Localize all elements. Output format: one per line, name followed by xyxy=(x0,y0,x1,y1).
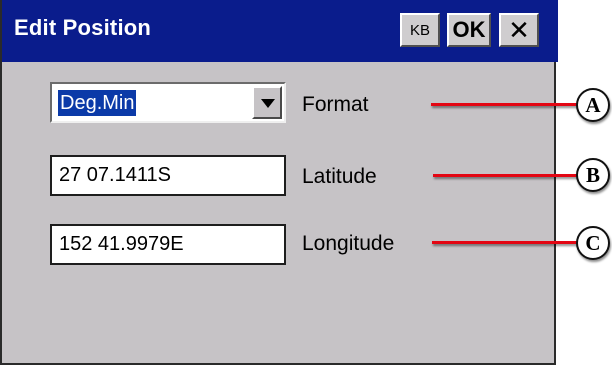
format-dropdown[interactable]: Deg.Min xyxy=(50,82,286,123)
callout-line-a xyxy=(431,103,579,106)
callout-marker-b: B xyxy=(576,158,610,192)
callout-line-b xyxy=(433,174,579,177)
dropdown-arrow-button[interactable] xyxy=(252,86,282,119)
longitude-label: Longitude xyxy=(302,232,395,255)
format-selected-value: Deg.Min xyxy=(58,90,137,116)
callout-line-c xyxy=(432,241,579,244)
latitude-field[interactable]: 27 07.1411S xyxy=(50,155,286,196)
callout-marker-a: A xyxy=(576,88,610,122)
window-title: Edit Position xyxy=(14,15,152,40)
close-button[interactable]: ✕ xyxy=(499,13,539,47)
longitude-field[interactable]: 152 41.9979E xyxy=(50,224,286,265)
callout-marker-c: C xyxy=(576,226,610,260)
ok-button[interactable]: OK xyxy=(447,13,491,47)
format-label: Format xyxy=(302,93,369,116)
close-icon: ✕ xyxy=(508,14,530,45)
keyboard-button[interactable]: KB xyxy=(400,13,440,47)
edit-position-dialog: Edit Position KB OK ✕ Deg.Min Format 27 … xyxy=(0,0,558,365)
latitude-label: Latitude xyxy=(302,165,377,188)
title-bar: Edit Position KB OK ✕ xyxy=(2,0,558,62)
